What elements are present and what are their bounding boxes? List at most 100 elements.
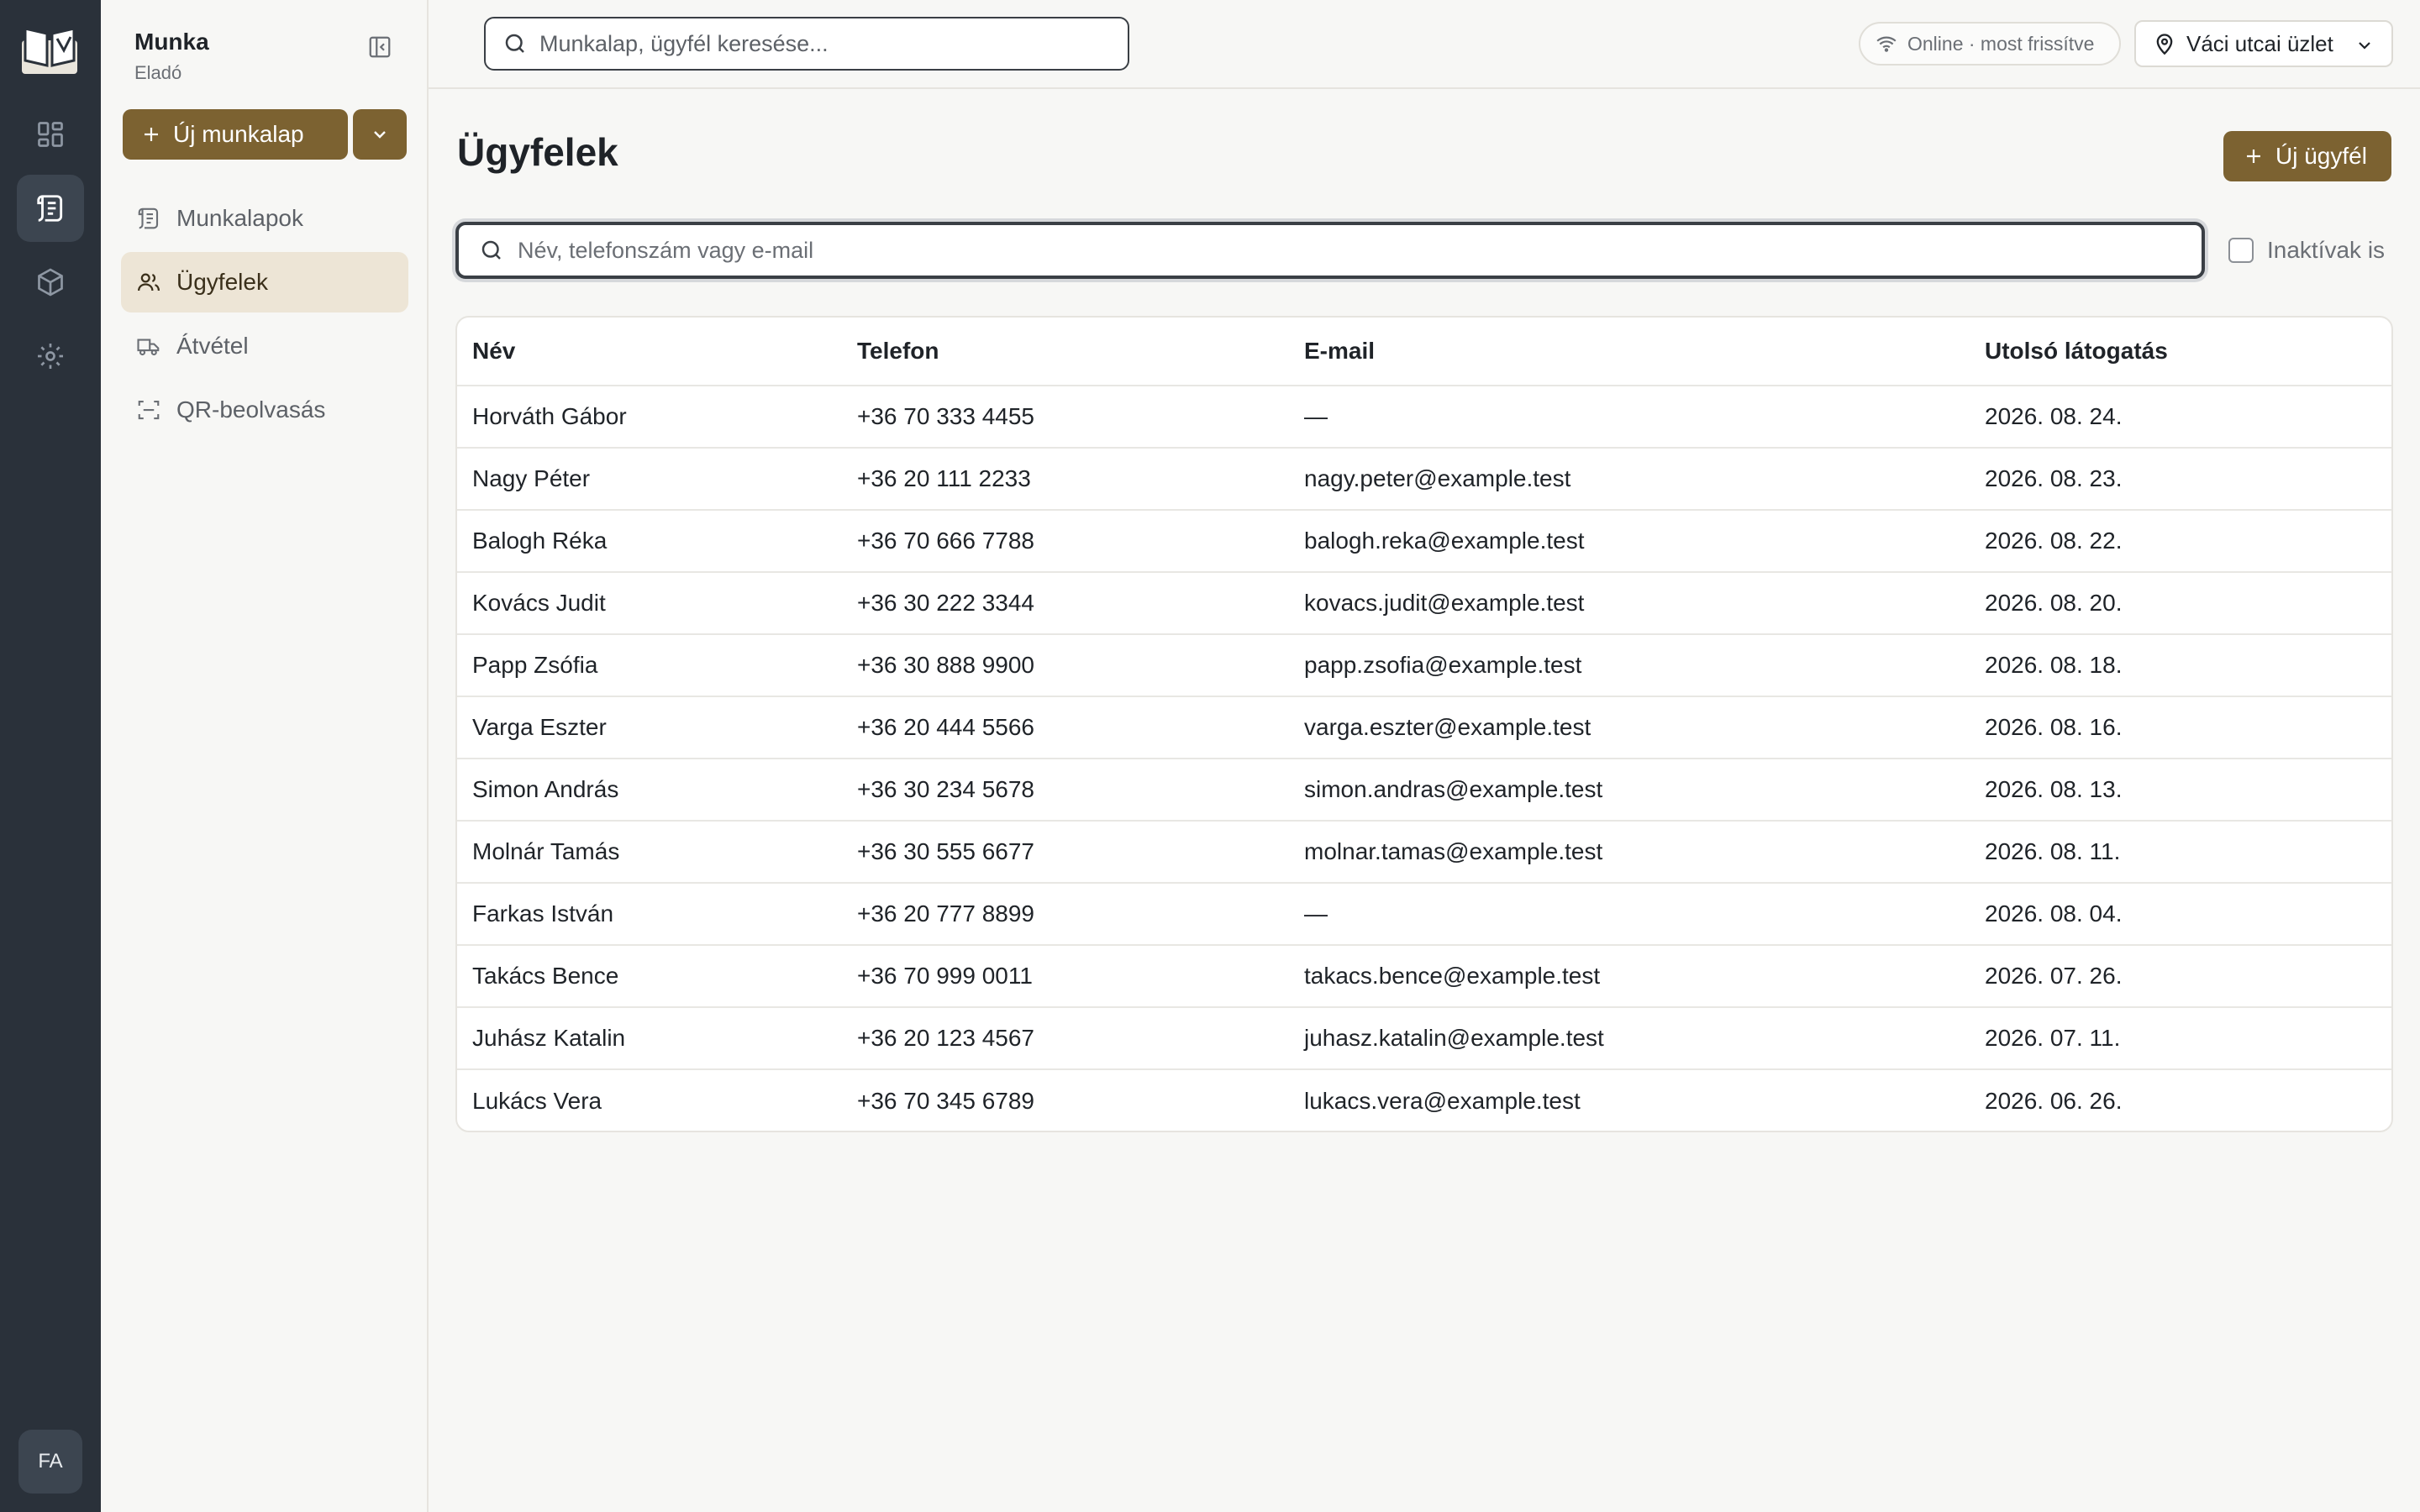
table-row[interactable]: Juhász Katalin +36 20 123 4567 juhasz.kata… xyxy=(457,1008,2391,1070)
cell-last-visit: 2026. 08. 18. xyxy=(1985,652,2123,678)
cell-email: papp.zsofia@example.test xyxy=(1304,652,1582,678)
table-row[interactable]: Lukács Vera +36 70 345 6789 lukacs.vera@ex… xyxy=(457,1070,2391,1131)
new-client-button[interactable]: Új ügyfél xyxy=(2223,131,2391,181)
cell-phone: +36 30 555 6677 xyxy=(857,838,1034,864)
cell-name: Kovács Judit xyxy=(472,590,606,616)
cell-name: Papp Zsófia xyxy=(472,652,598,678)
settings-gear-icon[interactable] xyxy=(17,323,84,390)
new-worksheet-label: Új munkalap xyxy=(173,121,304,147)
table-row[interactable]: Molnár Tamás +36 30 555 6677 molnar.tamas@… xyxy=(457,822,2391,884)
worksheets-rail-icon[interactable] xyxy=(17,175,84,242)
sidebar-item-worksheets[interactable]: Munkalapok xyxy=(121,188,408,249)
users-icon xyxy=(138,273,160,291)
cell-phone: +36 30 234 5678 xyxy=(857,776,1034,802)
search-icon xyxy=(481,240,501,260)
book-logo-icon[interactable] xyxy=(18,22,81,77)
cell-name: Lukács Vera xyxy=(472,1088,602,1114)
cell-email: nagy.peter@example.test xyxy=(1304,465,1571,491)
include-inactive-label: Inaktívak is xyxy=(2267,237,2386,263)
include-inactive-toggle[interactable]: Inaktívak is xyxy=(2228,237,2385,264)
sync-status-text: Online · most frissítve xyxy=(1907,32,2095,55)
sidebar-item-clients[interactable]: Ügyfelek xyxy=(121,252,408,312)
global-search-placeholder: Munkalap, ügyfél keresése... xyxy=(539,30,829,56)
package-icon[interactable] xyxy=(17,249,84,316)
table-row[interactable]: Balogh Réka +36 70 666 7788 balogh.reka@ex… xyxy=(457,511,2391,573)
sync-status-badge: Online · most frissítve xyxy=(1859,22,2121,66)
cell-name: Juhász Katalin xyxy=(472,1025,626,1051)
cell-email: lukacs.vera@example.test xyxy=(1304,1088,1581,1114)
column-header-name[interactable]: Név xyxy=(472,318,515,385)
store-selector[interactable]: Váci utcai üzlet xyxy=(2134,20,2393,67)
client-search-input[interactable]: Név, telefonszám vagy e-mail xyxy=(455,222,2205,279)
cell-last-visit: 2026. 07. 11. xyxy=(1985,1025,2121,1051)
new-client-label: Új ügyfél xyxy=(2275,143,2367,169)
client-search-placeholder: Név, telefonszám vagy e-mail xyxy=(518,237,814,263)
chevron-down-icon xyxy=(2359,42,2370,50)
cell-email: balogh.reka@example.test xyxy=(1304,528,1585,554)
collapse-sidebar-icon[interactable] xyxy=(365,32,395,62)
cell-phone: +36 30 222 3344 xyxy=(857,590,1034,616)
cell-last-visit: 2026. 08. 11. xyxy=(1985,838,2121,864)
cell-last-visit: 2026. 06. 26. xyxy=(1985,1088,2123,1114)
table-row[interactable]: Takács Bence +36 70 999 0011 takacs.bence@… xyxy=(457,946,2391,1008)
cell-last-visit: 2026. 08. 22. xyxy=(1985,528,2123,554)
cell-last-visit: 2026. 08. 20. xyxy=(1985,590,2123,616)
sidebar-item-qr-scan[interactable]: QR-beolvasás xyxy=(121,380,408,440)
table-row[interactable]: Varga Eszter +36 20 444 5566 varga.eszter@… xyxy=(457,697,2391,759)
table-header-row: Név Telefon E-mail Utolsó látogatás xyxy=(457,318,2391,386)
column-header-phone[interactable]: Telefon xyxy=(857,318,939,385)
global-search-input[interactable]: Munkalap, ügyfél keresése... xyxy=(484,17,1129,71)
cell-phone: +36 20 777 8899 xyxy=(857,900,1034,927)
table-row[interactable]: Nagy Péter +36 20 111 2233 nagy.peter@exam… xyxy=(457,449,2391,511)
cell-email: — xyxy=(1304,900,1328,927)
worksheet-icon xyxy=(138,207,159,229)
table-row[interactable]: Papp Zsófia +36 30 888 9900 papp.zsofia@ex… xyxy=(457,635,2391,697)
store-selector-value: Váci utcai üzlet xyxy=(2186,30,2333,56)
cell-last-visit: 2026. 07. 26. xyxy=(1985,963,2123,989)
sidebar-item-label: QR-beolvasás xyxy=(176,396,326,423)
wifi-icon xyxy=(1876,36,1897,52)
sidebar: Munka Eladó Új munkalap Munkalapok Ügyfe… xyxy=(101,0,429,1512)
cell-name: Takács Bence xyxy=(472,963,619,989)
cell-phone: +36 70 666 7788 xyxy=(857,528,1034,554)
column-header-last-visit[interactable]: Utolsó látogatás xyxy=(1985,318,2168,385)
top-bar: Munkalap, ügyfél keresése... Online · mo… xyxy=(429,0,2420,89)
table-row[interactable]: Horváth Gábor +36 70 333 4455 — 2026. 08. 2… xyxy=(457,386,2391,449)
cell-phone: +36 20 444 5566 xyxy=(857,714,1034,740)
new-worksheet-dropdown-button[interactable] xyxy=(353,109,407,160)
table-row[interactable]: Kovács Judit +36 30 222 3344 kovacs.judit@… xyxy=(457,573,2391,635)
cell-last-visit: 2026. 08. 23. xyxy=(1985,465,2123,491)
table-body: Horváth Gábor +36 70 333 4455 — 2026. 08. 2… xyxy=(457,386,2391,1131)
cell-phone: +36 30 888 9900 xyxy=(857,652,1034,678)
cell-phone: +36 20 111 2233 xyxy=(857,465,1031,491)
user-role: Eladó xyxy=(134,62,182,83)
qr-scan-icon xyxy=(138,400,160,420)
cell-name: Horváth Gábor xyxy=(472,403,627,429)
cell-last-visit: 2026. 08. 24. xyxy=(1985,403,2123,429)
dashboard-icon[interactable] xyxy=(17,101,84,168)
cell-phone: +36 20 123 4567 xyxy=(857,1025,1034,1051)
cell-last-visit: 2026. 08. 13. xyxy=(1985,776,2123,802)
cell-last-visit: 2026. 08. 04. xyxy=(1985,900,2123,927)
cell-email: kovacs.judit@example.test xyxy=(1304,590,1585,616)
cell-email: takacs.bence@example.test xyxy=(1304,963,1601,989)
new-worksheet-button[interactable]: Új munkalap xyxy=(123,109,348,160)
include-inactive-checkbox[interactable] xyxy=(2228,238,2254,263)
clients-table: Név Telefon E-mail Utolsó látogatás Horv… xyxy=(455,316,2393,1132)
cell-name: Molnár Tamás xyxy=(472,838,620,864)
plus-icon xyxy=(145,128,158,141)
column-header-email[interactable]: E-mail xyxy=(1304,318,1375,385)
user-avatar[interactable]: FA xyxy=(18,1430,82,1494)
sidebar-item-label: Ügyfelek xyxy=(176,269,268,295)
cell-last-visit: 2026. 08. 16. xyxy=(1985,714,2123,740)
cell-email: molnar.tamas@example.test xyxy=(1304,838,1603,864)
table-row[interactable]: Simon András +36 30 234 5678 simon.andras@… xyxy=(457,759,2391,822)
cell-email: juhasz.katalin@example.test xyxy=(1304,1025,1604,1051)
sidebar-item-label: Átvétel xyxy=(176,333,249,359)
sidebar-item-pickup[interactable]: Átvétel xyxy=(121,316,408,376)
cell-name: Balogh Réka xyxy=(472,528,608,554)
cell-email: simon.andras@example.test xyxy=(1304,776,1603,802)
cell-phone: +36 70 333 4455 xyxy=(857,403,1034,429)
table-row[interactable]: Farkas István +36 20 777 8899 — 2026. 08. 0… xyxy=(457,884,2391,946)
icon-rail: FA xyxy=(0,0,101,1512)
